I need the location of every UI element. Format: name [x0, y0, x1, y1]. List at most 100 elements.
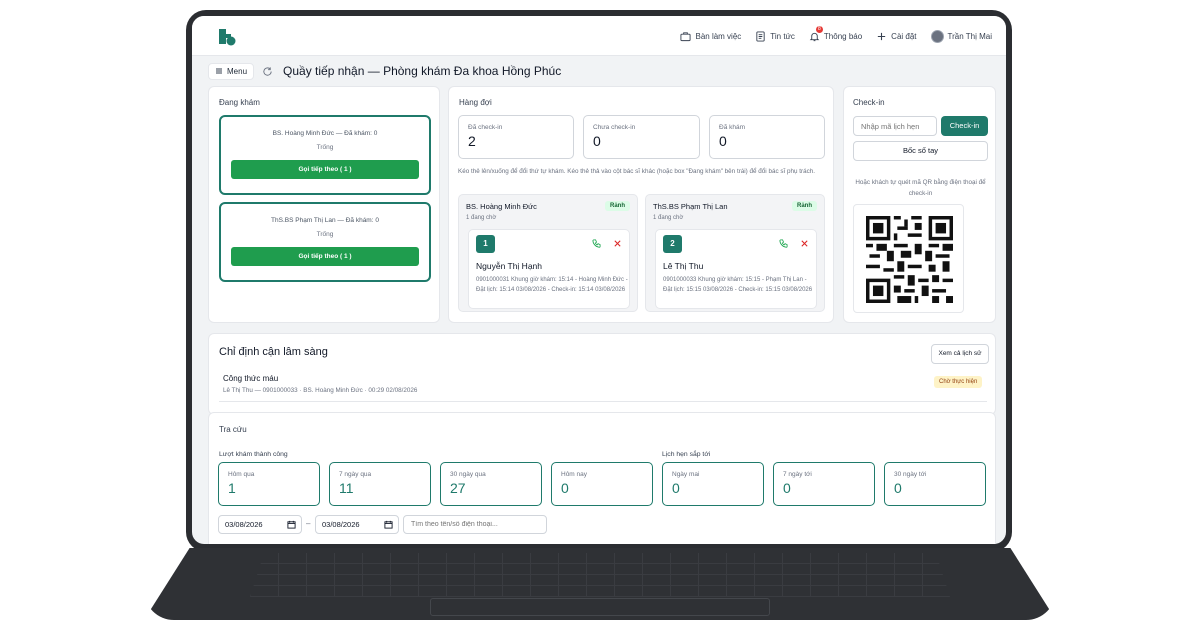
stat-value: 0	[894, 480, 902, 496]
qr-code-frame	[853, 204, 964, 313]
stat-label: Hôm qua	[228, 471, 255, 478]
patient-name: Nguyễn Thị Hạnh	[476, 261, 542, 271]
nav-news[interactable]: Tin tức	[755, 30, 795, 42]
doctor-exam-name: ThS.BS Phạm Thị Lan — Đã khám: 0	[271, 217, 379, 224]
search-input[interactable]	[403, 515, 547, 534]
call-next-button[interactable]: Gọi tiếp theo ( 1 )	[231, 160, 419, 179]
close-icon[interactable]	[800, 239, 809, 248]
queue-column-doctor: BS. Hoàng Minh Đức	[466, 202, 537, 211]
doctor-exam-box[interactable]: BS. Hoàng Minh Đức — Đã khám: 0 Trống Gọ…	[219, 115, 431, 195]
date-from-value: 03/08/2026	[225, 520, 263, 529]
queue-column[interactable]: ThS.BS Phạm Thị Lan 1 đang chờ Rảnh 2 Lê…	[645, 194, 825, 312]
call-next-button[interactable]: Gọi tiếp theo ( 1 )	[231, 247, 419, 266]
queue-hint: Kéo thẻ lên/xuống để đổi thứ tự khám. Ké…	[458, 168, 815, 175]
examining-title: Đang khám	[219, 98, 260, 107]
stat-label: Ngày mai	[672, 471, 700, 478]
order-status-badge: Chờ thực hiện	[934, 376, 983, 388]
nav-settings-label: Cài đặt	[891, 31, 917, 41]
checkin-button[interactable]: Check-in	[941, 116, 988, 136]
stat-value: 0	[561, 480, 569, 496]
status-badge: Rảnh	[792, 201, 817, 211]
nav-workspace-label: Bàn làm việc	[695, 31, 742, 41]
stat-value: 27	[450, 480, 466, 496]
checkin-title: Check-in	[853, 98, 885, 107]
stat-value: 0	[783, 480, 791, 496]
queue-number-badge: 2	[663, 235, 682, 253]
stat-examined: Đã khám 0	[709, 115, 825, 159]
page-header: Menu Quầy tiếp nhận — Phòng khám Đa khoa…	[208, 62, 561, 80]
nav-workspace[interactable]: Bàn làm việc	[680, 31, 741, 42]
top-nav: Bàn làm việc Tin tức 8 Thông báo Cài đặt…	[680, 16, 992, 56]
stat-tomorrow[interactable]: Ngày mai 0	[662, 462, 764, 506]
queue-column[interactable]: BS. Hoàng Minh Đức 1 đang chờ Rảnh 1 Ngu…	[458, 194, 638, 312]
stat-checked-in: Đã check-in 2	[458, 115, 574, 159]
stat-label: 30 ngày tới	[894, 471, 927, 478]
nav-settings[interactable]: Cài đặt	[876, 31, 917, 42]
app-screen: Bàn làm việc Tin tức 8 Thông báo Cài đặt…	[192, 16, 1006, 544]
manual-ticket-button[interactable]: Bốc số tay	[853, 141, 988, 161]
stat-label: Chưa check-in	[593, 124, 636, 131]
user-name: Trần Thị Mai	[947, 31, 992, 41]
menu-button[interactable]: Menu	[208, 62, 255, 80]
date-from-input[interactable]: 03/08/2026	[218, 515, 302, 534]
briefcase-icon	[680, 31, 692, 41]
nav-news-label: Tin tức	[770, 31, 795, 41]
calendar-icon	[384, 520, 393, 529]
patient-card[interactable]: 1 Nguyễn Thị Hạnh 0901000031 Khung giờ k…	[468, 229, 630, 309]
patient-info: 0901000033 Khung giờ khám: 15:15 - Phạm …	[663, 277, 813, 293]
stat-label: 7 ngày tới	[783, 471, 812, 478]
upcoming-appointments-label: Lịch hẹn sắp tới	[662, 451, 711, 458]
appointment-code-input[interactable]	[853, 116, 937, 136]
stat-yesterday[interactable]: Hôm qua 1	[218, 462, 320, 506]
plus-icon	[878, 32, 886, 40]
doctor-exam-status: Trống	[316, 144, 334, 151]
order-item-detail: Lê Thị Thu — 0901000033 · BS. Hoàng Minh…	[223, 387, 418, 394]
view-history-button[interactable]: Xem cả lịch sử	[931, 344, 989, 364]
stat-next-30-days[interactable]: 30 ngày tới 0	[884, 462, 986, 506]
stat-label: Đã khám	[719, 124, 746, 131]
examining-panel: Đang khám BS. Hoàng Minh Đức — Đã khám: …	[208, 86, 440, 323]
queue-column-waiting: 1 đang chờ	[466, 215, 497, 221]
clinical-orders-panel: Chỉ định cận lâm sàng Xem cả lịch sử Côn…	[208, 333, 996, 415]
phone-icon[interactable]	[592, 239, 601, 248]
close-icon[interactable]	[613, 239, 622, 248]
stat-label: Đã check-in	[468, 124, 503, 131]
phone-icon[interactable]	[779, 239, 788, 248]
nav-notifications[interactable]: 8 Thông báo	[809, 25, 863, 42]
status-badge: Rảnh	[605, 201, 630, 211]
patient-name: Lê Thị Thu	[663, 261, 704, 271]
clinic-logo-icon[interactable]	[216, 26, 238, 48]
date-to-input[interactable]: 03/08/2026	[315, 515, 399, 534]
qr-hint: Hoặc khách tự quét mã QR bằng điện thoại…	[855, 179, 986, 197]
queue-title: Hàng đợi	[459, 98, 492, 107]
qr-code-icon	[866, 216, 953, 303]
queue-number-badge: 1	[476, 235, 495, 253]
user-menu[interactable]: Trần Thị Mai	[930, 29, 992, 43]
stat-label: 30 ngày qua	[450, 471, 486, 478]
clinical-orders-title: Chỉ định cận lâm sàng	[219, 346, 328, 358]
refresh-icon[interactable]	[262, 66, 273, 77]
stat-next-7-days[interactable]: 7 ngày tới 0	[773, 462, 875, 506]
stat-last-7-days[interactable]: 7 ngày qua 11	[329, 462, 431, 506]
nav-notifications-label: Thông báo	[823, 31, 863, 41]
calendar-icon	[287, 520, 296, 529]
avatar	[930, 29, 944, 43]
lookup-title: Tra cứu	[219, 425, 247, 434]
top-navbar: Bàn làm việc Tin tức 8 Thông báo Cài đặt…	[192, 16, 1006, 56]
stat-today[interactable]: Hôm nay 0	[551, 462, 653, 506]
notification-count-badge: 8	[815, 25, 823, 33]
patient-card[interactable]: 2 Lê Thị Thu 0901000033 Khung giờ khám: …	[655, 229, 817, 309]
success-visits-label: Lượt khám thành công	[219, 451, 288, 458]
stat-last-30-days[interactable]: 30 ngày qua 27	[440, 462, 542, 506]
stat-value: 1	[228, 480, 236, 496]
doctor-exam-name: BS. Hoàng Minh Đức — Đã khám: 0	[272, 130, 378, 137]
news-icon	[756, 30, 765, 42]
queue-column-waiting: 1 đang chờ	[653, 215, 684, 221]
order-item-name: Công thức máu	[223, 374, 279, 383]
date-to-value: 03/08/2026	[322, 520, 360, 529]
doctor-exam-box[interactable]: ThS.BS Phạm Thị Lan — Đã khám: 0 Trống G…	[219, 202, 431, 282]
hamburger-icon	[216, 68, 222, 74]
stat-label: 7 ngày qua	[339, 471, 372, 478]
checkin-panel: Check-in Check-in Bốc số tay Hoặc khách …	[843, 86, 996, 323]
stat-label: Hôm nay	[561, 471, 588, 478]
